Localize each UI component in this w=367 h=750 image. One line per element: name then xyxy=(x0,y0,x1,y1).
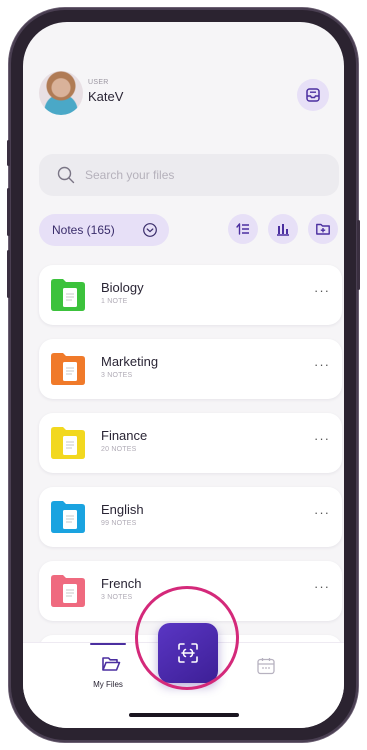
folder-card-finance[interactable]: Finance 20 NOTES ··· xyxy=(39,413,342,473)
sort-icon xyxy=(236,223,249,235)
folder-icon xyxy=(51,575,85,607)
more-options-icon[interactable]: ··· xyxy=(314,431,330,446)
new-folder-button[interactable] xyxy=(308,214,338,244)
side-button xyxy=(7,188,10,236)
user-name: KateV xyxy=(88,89,124,104)
side-button xyxy=(357,220,360,290)
inbox-icon xyxy=(306,88,320,102)
folder-card-biology[interactable]: Biology 1 NOTE ··· xyxy=(39,265,342,325)
sort-button[interactable] xyxy=(228,214,258,244)
folder-note-count: 99 NOTES xyxy=(101,520,137,527)
folder-note-count: 3 NOTES xyxy=(101,372,133,379)
folder-card-french[interactable]: French 3 NOTES ··· xyxy=(39,561,342,621)
active-tab-indicator xyxy=(90,643,126,645)
scan-button[interactable] xyxy=(158,623,218,683)
side-button xyxy=(7,140,10,166)
search-bar[interactable] xyxy=(39,154,339,196)
bar-chart-icon xyxy=(277,224,289,236)
chevron-down-icon xyxy=(143,223,157,237)
folder-card-marketing[interactable]: Marketing 3 NOTES ··· xyxy=(39,339,342,399)
search-input[interactable] xyxy=(83,167,307,183)
folder-plus-icon xyxy=(316,223,330,235)
folder-icon xyxy=(51,279,85,311)
tab-my-files[interactable]: My Files xyxy=(91,655,131,689)
folder-name: Biology xyxy=(101,280,144,295)
folder-icon xyxy=(51,427,85,459)
inbox-button[interactable] xyxy=(297,79,329,111)
folder-name: French xyxy=(101,576,142,591)
folder-note-count: 1 NOTE xyxy=(101,298,128,305)
folder-card-english[interactable]: English 99 NOTES ··· xyxy=(39,487,342,547)
folder-name: English xyxy=(101,502,144,517)
more-options-icon[interactable]: ··· xyxy=(314,283,330,298)
home-indicator[interactable] xyxy=(129,713,239,717)
folder-icon xyxy=(51,353,85,385)
more-options-icon[interactable]: ··· xyxy=(314,505,330,520)
folder-note-count: 3 NOTES xyxy=(101,594,133,601)
notes-filter-dropdown[interactable]: Notes (165) xyxy=(39,214,169,246)
notes-filter-label: Notes (165) xyxy=(52,223,115,237)
folder-note-count: 20 NOTES xyxy=(101,446,137,453)
search-icon xyxy=(57,166,75,184)
calendar-icon[interactable] xyxy=(256,656,276,676)
statistics-button[interactable] xyxy=(268,214,298,244)
scan-icon xyxy=(178,643,198,663)
folder-name: Marketing xyxy=(101,354,159,369)
side-button xyxy=(7,250,10,298)
folder-name: Finance xyxy=(101,428,148,443)
avatar[interactable] xyxy=(39,71,83,115)
tab-my-files-label: My Files xyxy=(93,680,123,689)
user-caption: USER xyxy=(88,79,109,86)
more-options-icon[interactable]: ··· xyxy=(314,357,330,372)
folder-open-icon xyxy=(102,657,121,671)
more-options-icon[interactable]: ··· xyxy=(314,579,330,594)
folder-icon xyxy=(51,501,85,533)
